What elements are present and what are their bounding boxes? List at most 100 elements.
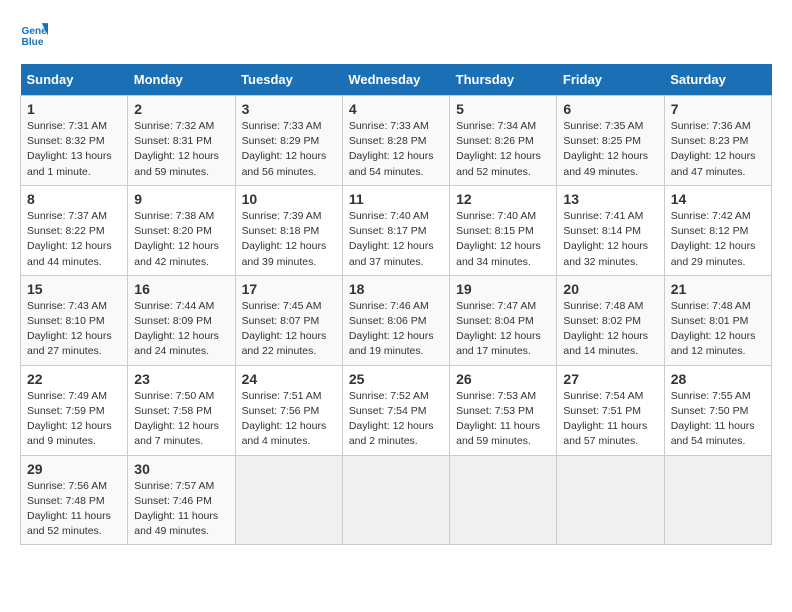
calendar-day-cell: 17 Sunrise: 7:45 AMSunset: 8:07 PMDaylig… — [235, 275, 342, 365]
day-number: 11 — [349, 191, 443, 207]
day-info: Sunrise: 7:36 AMSunset: 8:23 PMDaylight:… — [671, 119, 765, 180]
calendar-day-cell: 30 Sunrise: 7:57 AMSunset: 7:46 PMDaylig… — [128, 455, 235, 545]
day-number: 10 — [242, 191, 336, 207]
header-day: Monday — [128, 64, 235, 96]
calendar-day-cell: 12 Sunrise: 7:40 AMSunset: 8:15 PMDaylig… — [450, 185, 557, 275]
calendar-day-cell — [664, 455, 771, 545]
day-number: 19 — [456, 281, 550, 297]
calendar-day-cell: 29 Sunrise: 7:56 AMSunset: 7:48 PMDaylig… — [21, 455, 128, 545]
day-number: 12 — [456, 191, 550, 207]
calendar-day-cell: 8 Sunrise: 7:37 AMSunset: 8:22 PMDayligh… — [21, 185, 128, 275]
day-info: Sunrise: 7:52 AMSunset: 7:54 PMDaylight:… — [349, 389, 443, 450]
header-day: Tuesday — [235, 64, 342, 96]
day-info: Sunrise: 7:37 AMSunset: 8:22 PMDaylight:… — [27, 209, 121, 270]
svg-text:General: General — [22, 26, 48, 37]
header-day: Wednesday — [342, 64, 449, 96]
day-number: 9 — [134, 191, 228, 207]
day-info: Sunrise: 7:47 AMSunset: 8:04 PMDaylight:… — [456, 299, 550, 360]
day-number: 24 — [242, 371, 336, 387]
day-number: 14 — [671, 191, 765, 207]
day-info: Sunrise: 7:43 AMSunset: 8:10 PMDaylight:… — [27, 299, 121, 360]
calendar-day-cell: 18 Sunrise: 7:46 AMSunset: 8:06 PMDaylig… — [342, 275, 449, 365]
day-info: Sunrise: 7:33 AMSunset: 8:29 PMDaylight:… — [242, 119, 336, 180]
calendar-day-cell: 16 Sunrise: 7:44 AMSunset: 8:09 PMDaylig… — [128, 275, 235, 365]
day-info: Sunrise: 7:53 AMSunset: 7:53 PMDaylight:… — [456, 389, 550, 450]
day-info: Sunrise: 7:40 AMSunset: 8:15 PMDaylight:… — [456, 209, 550, 270]
day-number: 17 — [242, 281, 336, 297]
calendar-day-cell: 28 Sunrise: 7:55 AMSunset: 7:50 PMDaylig… — [664, 365, 771, 455]
day-info: Sunrise: 7:39 AMSunset: 8:18 PMDaylight:… — [242, 209, 336, 270]
calendar-day-cell: 26 Sunrise: 7:53 AMSunset: 7:53 PMDaylig… — [450, 365, 557, 455]
day-number: 6 — [563, 101, 657, 117]
day-number: 13 — [563, 191, 657, 207]
calendar-day-cell: 11 Sunrise: 7:40 AMSunset: 8:17 PMDaylig… — [342, 185, 449, 275]
day-number: 26 — [456, 371, 550, 387]
calendar-day-cell: 7 Sunrise: 7:36 AMSunset: 8:23 PMDayligh… — [664, 96, 771, 186]
calendar-day-cell: 15 Sunrise: 7:43 AMSunset: 8:10 PMDaylig… — [21, 275, 128, 365]
calendar-day-cell: 22 Sunrise: 7:49 AMSunset: 7:59 PMDaylig… — [21, 365, 128, 455]
calendar-day-cell: 25 Sunrise: 7:52 AMSunset: 7:54 PMDaylig… — [342, 365, 449, 455]
day-info: Sunrise: 7:35 AMSunset: 8:25 PMDaylight:… — [563, 119, 657, 180]
calendar-day-cell: 5 Sunrise: 7:34 AMSunset: 8:26 PMDayligh… — [450, 96, 557, 186]
day-number: 27 — [563, 371, 657, 387]
day-number: 1 — [27, 101, 121, 117]
day-number: 21 — [671, 281, 765, 297]
calendar-day-cell — [557, 455, 664, 545]
svg-text:Blue: Blue — [22, 37, 44, 48]
logo-icon: General Blue — [20, 20, 48, 48]
calendar-day-cell: 3 Sunrise: 7:33 AMSunset: 8:29 PMDayligh… — [235, 96, 342, 186]
day-info: Sunrise: 7:48 AMSunset: 8:01 PMDaylight:… — [671, 299, 765, 360]
day-number: 29 — [27, 461, 121, 477]
day-info: Sunrise: 7:54 AMSunset: 7:51 PMDaylight:… — [563, 389, 657, 450]
calendar-day-cell: 27 Sunrise: 7:54 AMSunset: 7:51 PMDaylig… — [557, 365, 664, 455]
calendar-day-cell: 10 Sunrise: 7:39 AMSunset: 8:18 PMDaylig… — [235, 185, 342, 275]
day-number: 3 — [242, 101, 336, 117]
day-info: Sunrise: 7:48 AMSunset: 8:02 PMDaylight:… — [563, 299, 657, 360]
day-info: Sunrise: 7:34 AMSunset: 8:26 PMDaylight:… — [456, 119, 550, 180]
day-number: 16 — [134, 281, 228, 297]
header-day: Friday — [557, 64, 664, 96]
day-info: Sunrise: 7:51 AMSunset: 7:56 PMDaylight:… — [242, 389, 336, 450]
calendar-day-cell: 4 Sunrise: 7:33 AMSunset: 8:28 PMDayligh… — [342, 96, 449, 186]
day-number: 28 — [671, 371, 765, 387]
calendar-day-cell: 23 Sunrise: 7:50 AMSunset: 7:58 PMDaylig… — [128, 365, 235, 455]
day-number: 5 — [456, 101, 550, 117]
day-info: Sunrise: 7:33 AMSunset: 8:28 PMDaylight:… — [349, 119, 443, 180]
day-info: Sunrise: 7:46 AMSunset: 8:06 PMDaylight:… — [349, 299, 443, 360]
day-number: 2 — [134, 101, 228, 117]
day-info: Sunrise: 7:50 AMSunset: 7:58 PMDaylight:… — [134, 389, 228, 450]
day-info: Sunrise: 7:31 AMSunset: 8:32 PMDaylight:… — [27, 119, 121, 180]
calendar-day-cell: 13 Sunrise: 7:41 AMSunset: 8:14 PMDaylig… — [557, 185, 664, 275]
header-row: SundayMondayTuesdayWednesdayThursdayFrid… — [21, 64, 772, 96]
calendar-week-row: 8 Sunrise: 7:37 AMSunset: 8:22 PMDayligh… — [21, 185, 772, 275]
day-number: 18 — [349, 281, 443, 297]
calendar-day-cell — [235, 455, 342, 545]
day-info: Sunrise: 7:45 AMSunset: 8:07 PMDaylight:… — [242, 299, 336, 360]
day-info: Sunrise: 7:49 AMSunset: 7:59 PMDaylight:… — [27, 389, 121, 450]
calendar-day-cell: 2 Sunrise: 7:32 AMSunset: 8:31 PMDayligh… — [128, 96, 235, 186]
day-info: Sunrise: 7:55 AMSunset: 7:50 PMDaylight:… — [671, 389, 765, 450]
calendar-table: SundayMondayTuesdayWednesdayThursdayFrid… — [20, 64, 772, 545]
day-info: Sunrise: 7:41 AMSunset: 8:14 PMDaylight:… — [563, 209, 657, 270]
calendar-day-cell: 19 Sunrise: 7:47 AMSunset: 8:04 PMDaylig… — [450, 275, 557, 365]
day-number: 7 — [671, 101, 765, 117]
day-info: Sunrise: 7:32 AMSunset: 8:31 PMDaylight:… — [134, 119, 228, 180]
day-info: Sunrise: 7:42 AMSunset: 8:12 PMDaylight:… — [671, 209, 765, 270]
day-number: 25 — [349, 371, 443, 387]
calendar-day-cell — [450, 455, 557, 545]
calendar-week-row: 1 Sunrise: 7:31 AMSunset: 8:32 PMDayligh… — [21, 96, 772, 186]
header-day: Saturday — [664, 64, 771, 96]
calendar-day-cell: 14 Sunrise: 7:42 AMSunset: 8:12 PMDaylig… — [664, 185, 771, 275]
day-info: Sunrise: 7:57 AMSunset: 7:46 PMDaylight:… — [134, 479, 228, 540]
calendar-week-row: 29 Sunrise: 7:56 AMSunset: 7:48 PMDaylig… — [21, 455, 772, 545]
calendar-day-cell: 1 Sunrise: 7:31 AMSunset: 8:32 PMDayligh… — [21, 96, 128, 186]
day-number: 23 — [134, 371, 228, 387]
calendar-day-cell — [342, 455, 449, 545]
calendar-day-cell: 9 Sunrise: 7:38 AMSunset: 8:20 PMDayligh… — [128, 185, 235, 275]
calendar-week-row: 15 Sunrise: 7:43 AMSunset: 8:10 PMDaylig… — [21, 275, 772, 365]
day-number: 22 — [27, 371, 121, 387]
day-info: Sunrise: 7:40 AMSunset: 8:17 PMDaylight:… — [349, 209, 443, 270]
day-info: Sunrise: 7:56 AMSunset: 7:48 PMDaylight:… — [27, 479, 121, 540]
calendar-day-cell: 6 Sunrise: 7:35 AMSunset: 8:25 PMDayligh… — [557, 96, 664, 186]
calendar-day-cell: 21 Sunrise: 7:48 AMSunset: 8:01 PMDaylig… — [664, 275, 771, 365]
